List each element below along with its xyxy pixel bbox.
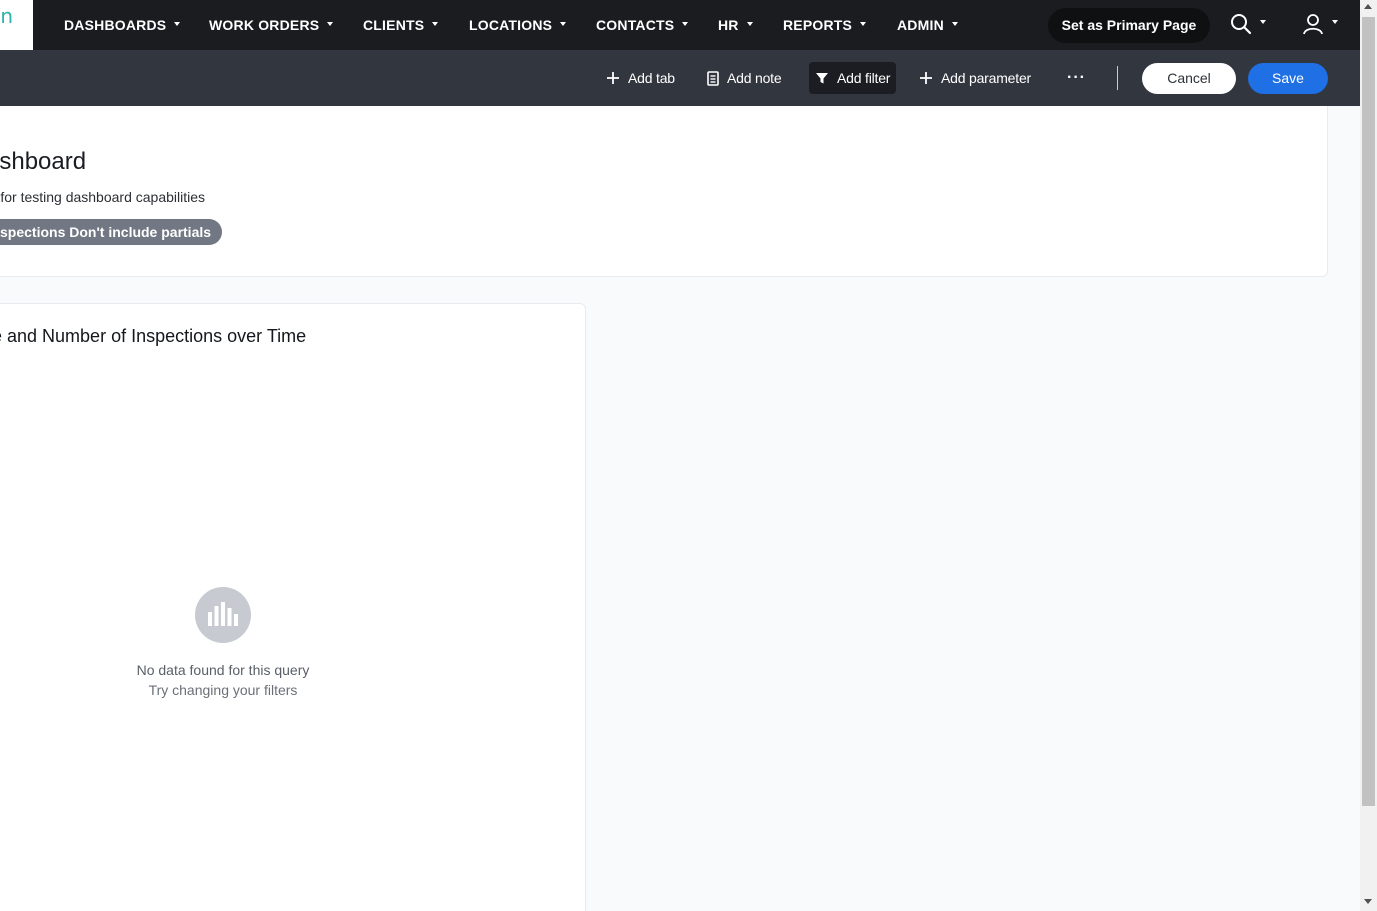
- bar-chart-icon: [208, 602, 238, 626]
- dashboard-title: ashboard: [0, 148, 87, 175]
- note-icon: [707, 70, 719, 86]
- caret-down-icon: [860, 22, 867, 27]
- plus-icon: [920, 72, 932, 84]
- nav-reports[interactable]: REPORTS: [783, 0, 867, 50]
- page-scrollbar[interactable]: [1360, 0, 1377, 911]
- caret-down-icon: [951, 22, 958, 27]
- caret-down-icon: [1332, 20, 1338, 24]
- more-options-button[interactable]: ···: [1067, 62, 1086, 94]
- nav-hr[interactable]: HR: [718, 0, 753, 50]
- save-button[interactable]: Save: [1248, 63, 1328, 94]
- add-tab-button[interactable]: Add tab: [606, 62, 675, 94]
- caret-down-icon: [327, 22, 334, 27]
- add-note-button[interactable]: Add note: [707, 62, 782, 94]
- caret-down-icon: [432, 22, 439, 27]
- logo-icon: ʼn: [0, 4, 14, 28]
- scroll-down-arrow-icon[interactable]: [1364, 899, 1372, 904]
- toolbar-divider: [1117, 66, 1118, 90]
- nav-clients[interactable]: CLIENTS: [363, 0, 439, 50]
- filter-icon: [816, 73, 828, 84]
- user-icon: [1303, 14, 1323, 35]
- add-parameter-button[interactable]: Add parameter: [919, 62, 1031, 94]
- chart-card-title: e and Number of Inspections over Time: [0, 326, 307, 346]
- more-icon: ···: [1067, 69, 1086, 86]
- nav-locations[interactable]: LOCATIONS: [469, 0, 567, 50]
- chart-card: [0, 303, 586, 911]
- search-icon: [1231, 14, 1252, 35]
- search-menu-button[interactable]: [1230, 10, 1266, 38]
- caret-down-icon: [746, 22, 753, 27]
- caret-down-icon: [682, 22, 689, 27]
- user-menu-button[interactable]: [1302, 10, 1338, 38]
- scrollbar-thumb[interactable]: [1362, 17, 1375, 806]
- top-nav: ʼn DASHBOARDS WORK ORDERS CLIENTS LOCATI…: [0, 0, 1360, 50]
- filter-chip[interactable]: spections Don't include partials: [0, 219, 223, 245]
- nav-admin[interactable]: ADMIN: [897, 0, 958, 50]
- caret-down-icon: [560, 22, 567, 27]
- add-filter-button[interactable]: Add filter: [809, 62, 897, 94]
- empty-state-icon-circle: [195, 587, 251, 643]
- nav-work-orders[interactable]: WORK ORDERS: [209, 0, 334, 50]
- caret-down-icon: [174, 22, 181, 27]
- caret-down-icon: [1260, 20, 1266, 24]
- scroll-up-arrow-icon[interactable]: [1364, 4, 1372, 9]
- plus-icon: [607, 72, 619, 84]
- set-primary-page-button[interactable]: Set as Primary Page: [1048, 8, 1210, 43]
- empty-state-hint: Try changing your filters: [148, 682, 298, 698]
- cancel-button[interactable]: Cancel: [1142, 63, 1236, 94]
- empty-state-title: No data found for this query: [136, 662, 310, 678]
- dashboard-description: rd for testing dashboard capabilities: [0, 189, 206, 205]
- nav-dashboards[interactable]: DASHBOARDS: [64, 0, 181, 50]
- nav-contacts[interactable]: CONTACTS: [596, 0, 689, 50]
- logo[interactable]: ʼn: [0, 0, 33, 50]
